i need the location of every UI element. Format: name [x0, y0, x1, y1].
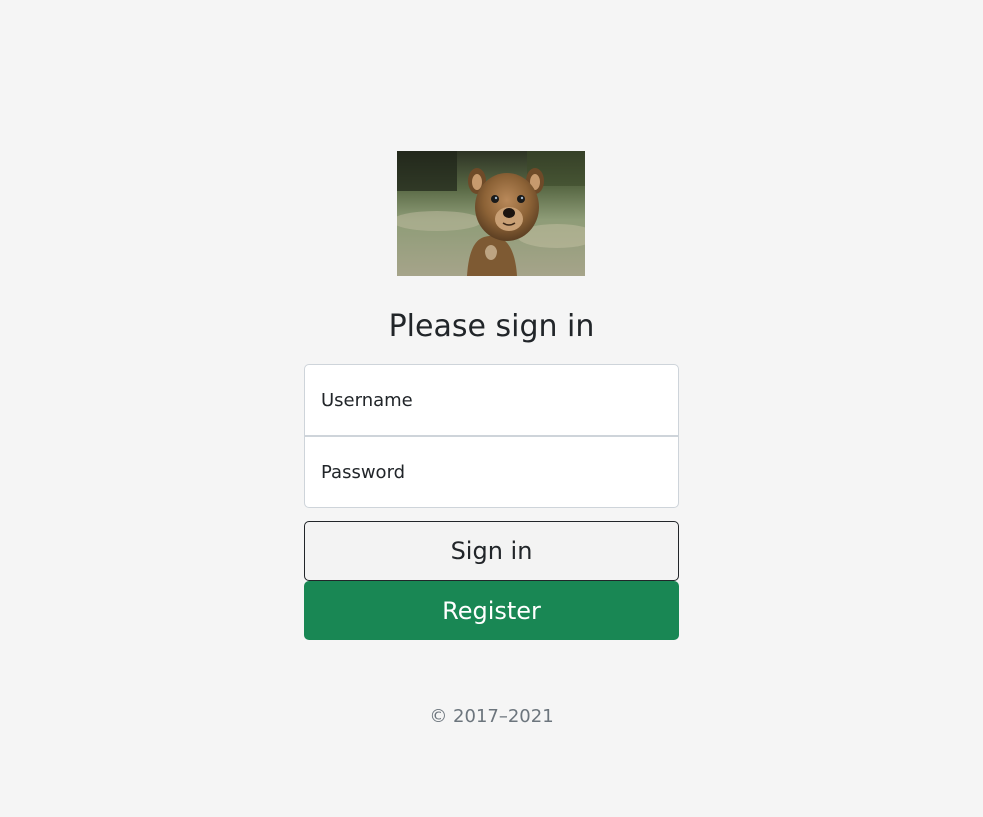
signin-button[interactable]: Sign in: [304, 521, 679, 581]
copyright-text: © 2017–2021: [429, 706, 554, 727]
quokka-logo-image: [397, 151, 585, 276]
register-button[interactable]: Register: [304, 581, 679, 640]
signin-page: Please sign in Sign in Register © 2017–2…: [0, 0, 983, 817]
password-input[interactable]: [304, 436, 679, 508]
page-title: Please sign in: [388, 309, 595, 344]
username-input[interactable]: [304, 364, 679, 436]
